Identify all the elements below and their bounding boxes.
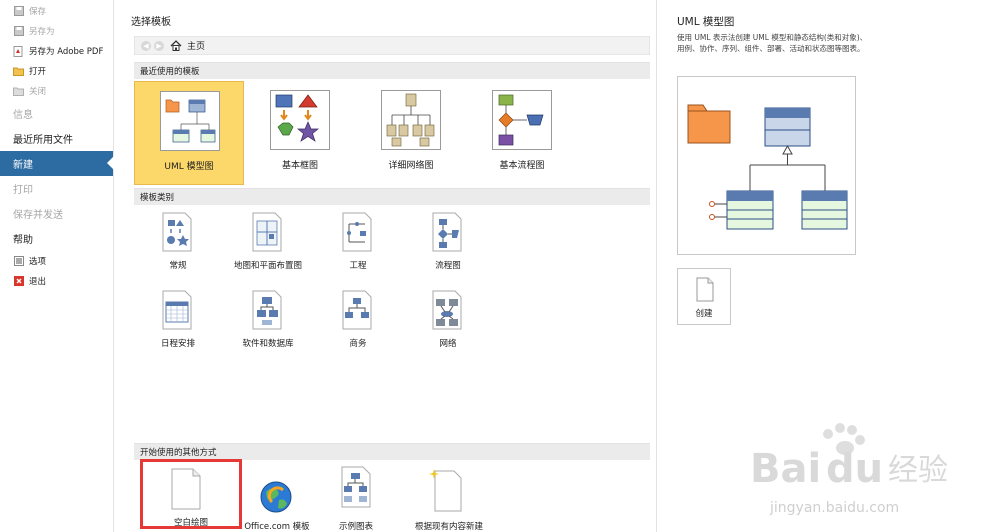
nav-help-label: 帮助	[13, 235, 33, 246]
preview-description: 使用 UML 表示法创建 UML 模型和静态结构(类和对象)、用例、协作、序列、…	[677, 33, 868, 53]
nav-close-label: 关闭	[29, 87, 47, 97]
template-basic-flowchart-label: 基本流程图	[499, 161, 545, 171]
nav-exit[interactable]: 退出	[0, 271, 113, 291]
business-org-icon	[340, 290, 374, 330]
flowchart-icon	[430, 212, 464, 252]
category-business[interactable]: 商务	[313, 290, 403, 356]
breadcrumb: ◀ ▶ 主页	[134, 36, 650, 55]
nav-help[interactable]: 帮助	[0, 226, 113, 251]
nav-save-as[interactable]: 另存为	[0, 21, 113, 41]
template-basic-flowchart[interactable]: 基本流程图	[467, 81, 577, 185]
category-flowchart-label: 流程图	[435, 261, 461, 271]
template-categories-header: 模板类别	[134, 188, 650, 205]
home-icon[interactable]	[170, 40, 182, 51]
template-detailed-network[interactable]: 详细网络图	[356, 81, 466, 185]
nav-info[interactable]: 信息	[0, 101, 113, 126]
save-as-icon	[13, 26, 24, 37]
nav-options-label: 选项	[29, 257, 47, 267]
template-basic-block[interactable]: 基本框图	[245, 81, 355, 185]
watermark-brand-cn: 经验	[888, 453, 948, 488]
nav-exit-label: 退出	[29, 277, 47, 287]
software-database-icon	[250, 290, 284, 330]
category-general[interactable]: 常规	[133, 212, 223, 278]
new-from-existing-icon	[429, 469, 462, 512]
category-network-label: 网络	[439, 339, 457, 349]
nav-open[interactable]: 打开	[0, 61, 113, 81]
category-engineering[interactable]: 工程	[313, 212, 403, 278]
nav-close[interactable]: 关闭	[0, 81, 113, 101]
pdf-icon	[13, 45, 24, 57]
watermark-brand-du: du	[826, 446, 883, 492]
template-chooser: 选择模板 ◀ ▶ 主页 最近使用的模板 UML 模型图 基本框图 详细网络图 基…	[114, 0, 656, 532]
nav-save[interactable]: 保存	[0, 1, 113, 21]
detailed-network-thumbnail	[381, 90, 441, 150]
blank-document-icon	[171, 468, 201, 510]
sample-diagrams[interactable]: 示例图表	[311, 462, 401, 532]
map-icon	[250, 212, 284, 252]
basic-flowchart-thumbnail	[492, 90, 552, 150]
network-icon	[430, 290, 464, 330]
nav-save-label: 保存	[29, 7, 47, 17]
watermark-brand: Bai	[750, 446, 821, 492]
sample-diagram-icon	[341, 466, 371, 508]
category-maps[interactable]: 地图和平面布置图	[223, 212, 313, 278]
nav-print-label: 打印	[13, 185, 33, 196]
uml-preview-image	[677, 76, 856, 255]
nav-recent-label: 最近所用文件	[13, 135, 73, 146]
nav-new[interactable]: 新建	[0, 151, 114, 176]
create-document-icon	[696, 277, 714, 302]
basic-block-thumbnail	[270, 90, 330, 150]
preview-title: UML 模型图	[677, 16, 735, 28]
watermark-url: jingyan.baidu.com	[769, 500, 899, 516]
page-title: 选择模板	[131, 17, 171, 28]
nav-open-label: 打开	[29, 67, 47, 77]
nav-recent[interactable]: 最近所用文件	[0, 126, 113, 151]
calendar-icon	[160, 290, 194, 330]
folder-open-icon	[13, 66, 24, 77]
nav-save-send[interactable]: 保存并发送	[0, 201, 113, 226]
uml-thumbnail	[160, 91, 220, 151]
save-icon	[13, 6, 24, 17]
template-uml[interactable]: UML 模型图	[134, 81, 244, 185]
nav-info-label: 信息	[13, 110, 33, 121]
nav-print[interactable]: 打印	[0, 176, 113, 201]
category-software-db[interactable]: 软件和数据库	[223, 290, 313, 356]
category-network[interactable]: 网络	[403, 290, 493, 356]
back-arrow-icon[interactable]: ◀	[141, 40, 151, 51]
template-basic-block-label: 基本框图	[281, 161, 318, 171]
nav-options[interactable]: 选项	[0, 251, 113, 271]
create-button[interactable]: 创建	[677, 268, 731, 325]
breadcrumb-home[interactable]: 主页	[187, 39, 205, 52]
nav-save-as-label: 另存为	[29, 27, 55, 37]
category-schedule[interactable]: 日程安排	[133, 290, 223, 356]
exit-icon	[13, 276, 24, 287]
template-detailed-network-label: 详细网络图	[388, 161, 434, 171]
general-shapes-icon	[160, 212, 194, 252]
recent-templates-header: 最近使用的模板	[134, 62, 650, 79]
new-from-existing[interactable]: 根据现有内容新建	[404, 462, 494, 532]
nav-save-as-pdf[interactable]: 另存为 Adobe PDF	[0, 41, 113, 61]
category-flowchart[interactable]: 流程图	[403, 212, 493, 278]
baidu-watermark: Bai du 经验 jingyan.baidu.com	[748, 420, 978, 520]
forward-arrow-icon[interactable]: ▶	[154, 40, 164, 51]
new-from-existing-label: 根据现有内容新建	[414, 522, 483, 532]
office-globe-icon	[260, 481, 292, 513]
folder-close-icon	[13, 86, 24, 97]
nav-save-send-label: 保存并发送	[13, 210, 63, 221]
template-uml-label: UML 模型图	[164, 162, 214, 172]
options-icon	[13, 256, 24, 267]
engineering-icon	[340, 212, 374, 252]
nav-save-as-pdf-label: 另存为 Adobe PDF	[29, 47, 104, 57]
nav-new-label: 新建	[13, 160, 33, 171]
blank-drawing[interactable]: 空白绘图	[140, 459, 242, 529]
other-ways-header: 开始使用的其他方式	[134, 443, 650, 460]
backstage-nav: 保存 另存为 另存为 Adobe PDF 打开 关闭 信息 最近所用文件 新建 …	[0, 0, 114, 532]
create-button-label: 创建	[695, 309, 713, 319]
